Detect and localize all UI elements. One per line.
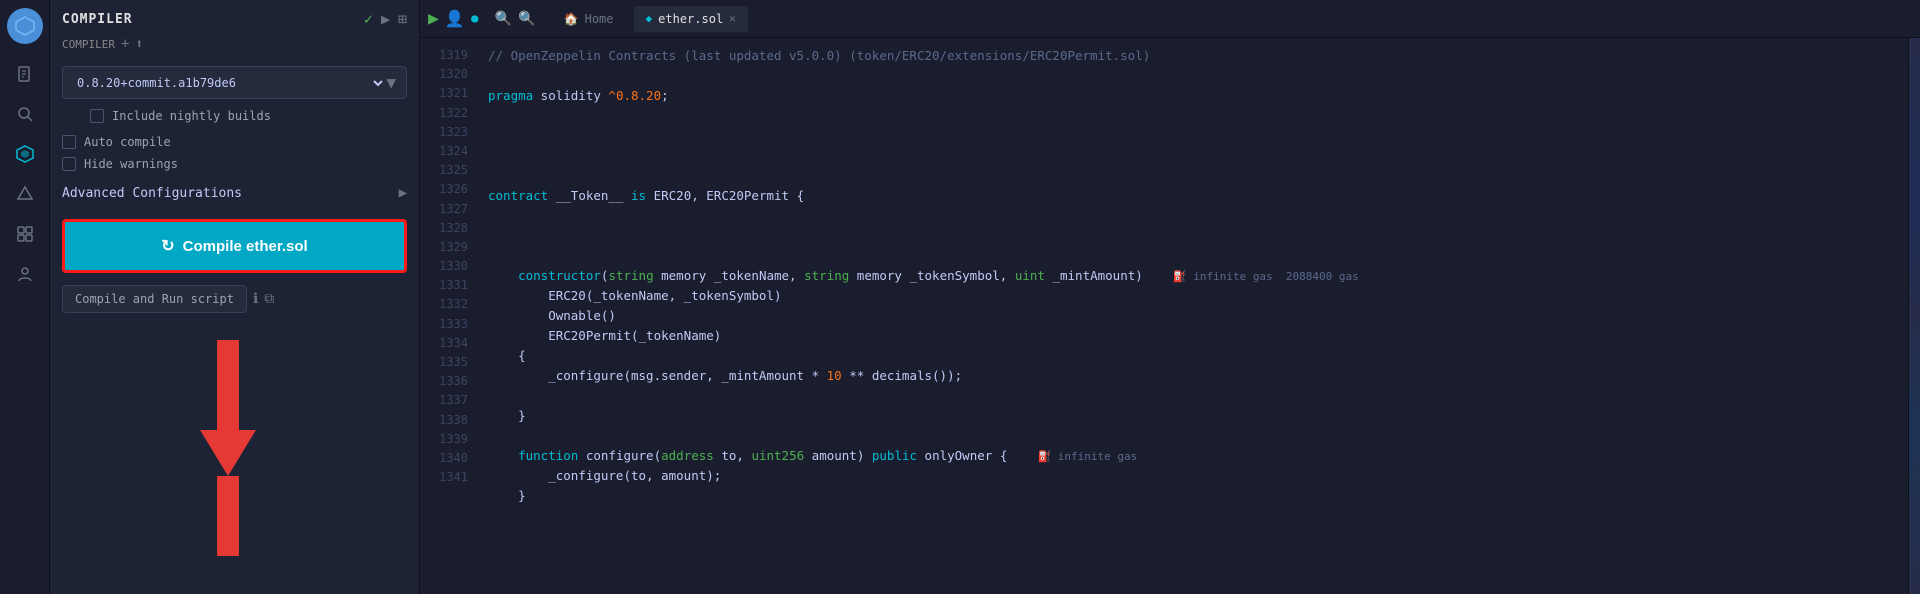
zoom-out-icon[interactable]: 🔍 xyxy=(495,11,512,27)
sidebar-icon-users[interactable] xyxy=(7,256,43,292)
editor-area: ▶ 👤 ⏺ 🔍 🔍 🏠 Home ◆ ether.sol ✕ 1319 1320… xyxy=(420,0,1920,594)
compile-refresh-icon: ↻ xyxy=(161,236,174,256)
code-line-1325 xyxy=(488,166,1908,186)
add-config-icon[interactable]: + xyxy=(121,36,129,52)
code-line-1327 xyxy=(488,206,1908,226)
version-dropdown-arrow: ▼ xyxy=(386,73,396,92)
app-logo[interactable] xyxy=(7,8,43,44)
code-line-1324 xyxy=(488,146,1908,166)
advanced-arrow-icon: ▶ xyxy=(399,185,407,201)
nightly-builds-label: Include nightly builds xyxy=(112,109,271,123)
code-line-1322 xyxy=(488,106,1908,126)
editor-scrollbar[interactable] xyxy=(1908,38,1920,594)
compile-button[interactable]: ↻ Compile ether.sol xyxy=(62,219,407,273)
home-tab-icon: 🏠 xyxy=(564,12,579,26)
hide-warnings-row: Hide warnings xyxy=(50,153,419,175)
compile-button-label: Compile ether.sol xyxy=(183,238,308,255)
compile-run-row: Compile and Run script ℹ ⧉ xyxy=(50,281,419,317)
ether-sol-tab-icon: ◆ xyxy=(646,12,653,25)
compiler-header-icons: ✓ ▶ ⊞ xyxy=(364,10,407,28)
tab-home[interactable]: 🏠 Home xyxy=(552,6,626,32)
code-line-1331: ERC20(_tokenName, _tokenSymbol) xyxy=(488,286,1908,306)
auto-compile-row: Auto compile xyxy=(50,131,419,153)
code-line-1332: Ownable() xyxy=(488,306,1908,326)
auto-compile-checkbox[interactable] xyxy=(62,135,76,149)
toggle-icon[interactable]: ⏺ xyxy=(471,9,479,29)
zoom-in-icon[interactable]: 🔍 xyxy=(518,11,535,27)
ether-sol-tab-label: ether.sol xyxy=(658,12,723,26)
icon-sidebar xyxy=(0,0,50,594)
panel-toggle-icon[interactable]: ⊞ xyxy=(398,10,407,28)
code-line-1328 xyxy=(488,226,1908,246)
advanced-configurations-section[interactable]: Advanced Configurations ▶ xyxy=(50,175,419,211)
code-line-1334: { xyxy=(488,346,1908,366)
editor-topbar: ▶ 👤 ⏺ 🔍 🔍 🏠 Home ◆ ether.sol ✕ xyxy=(420,0,1920,38)
advanced-label: Advanced Configurations xyxy=(62,186,399,201)
agent-icon[interactable]: 👤 xyxy=(445,9,465,28)
code-line-1321: pragma solidity ^0.8.20; xyxy=(488,86,1908,106)
nightly-builds-checkbox[interactable] xyxy=(90,109,104,123)
tab-ether-sol[interactable]: ◆ ether.sol ✕ xyxy=(634,6,748,32)
hide-warnings-checkbox[interactable] xyxy=(62,157,76,171)
code-area[interactable]: // OpenZeppelin Contracts (last updated … xyxy=(480,38,1908,594)
compiler-sub-label: COMPILER xyxy=(62,38,115,51)
sidebar-icon-plugins[interactable] xyxy=(7,216,43,252)
compiler-header: COMPILER ✓ ▶ ⊞ xyxy=(50,0,419,34)
code-line-1338 xyxy=(488,426,1908,446)
code-line-1337: } xyxy=(488,406,1908,426)
forward-icon[interactable]: ▶ xyxy=(381,10,390,28)
code-line-1323 xyxy=(488,126,1908,146)
topbar-controls: ▶ 👤 ⏺ xyxy=(428,8,479,29)
code-line-1329 xyxy=(488,246,1908,266)
import-icon[interactable]: ⬆ xyxy=(135,37,143,52)
code-line-1333: ERC20Permit(_tokenName) xyxy=(488,326,1908,346)
home-tab-label: Home xyxy=(585,12,614,26)
run-icon[interactable]: ▶ xyxy=(428,8,439,29)
editor-content: 1319 1320 1321 1322 1323 1324 1325 1326 … xyxy=(420,38,1920,594)
code-line-1339: function configure(address to, uint256 a… xyxy=(488,446,1908,466)
code-line-1326: contract __Token__ is ERC20, ERC20Permit… xyxy=(488,186,1908,206)
code-line-1320 xyxy=(488,66,1908,86)
sidebar-icon-files[interactable] xyxy=(7,56,43,92)
copy-icon[interactable]: ⧉ xyxy=(264,291,274,307)
code-line-1319: // OpenZeppelin Contracts (last updated … xyxy=(488,46,1908,66)
compiler-title: COMPILER xyxy=(62,12,133,27)
line-numbers: 1319 1320 1321 1322 1323 1324 1325 1326 … xyxy=(420,38,480,594)
compiler-panel: COMPILER ✓ ▶ ⊞ COMPILER + ⬆ 0.8.20+commi… xyxy=(50,0,420,594)
code-line-1330: constructor(string memory _tokenName, st… xyxy=(488,266,1908,286)
sidebar-icon-deploy[interactable] xyxy=(7,176,43,212)
nightly-row: Include nightly builds xyxy=(50,105,419,131)
code-line-1335: _configure(msg.sender, _mintAmount * 10 … xyxy=(488,366,1908,386)
auto-compile-label: Auto compile xyxy=(84,135,171,149)
sidebar-icon-search[interactable] xyxy=(7,96,43,132)
code-line-1341: } xyxy=(488,486,1908,506)
info-icon[interactable]: ℹ xyxy=(253,291,258,307)
compiler-sub-header: COMPILER + ⬆ xyxy=(50,34,419,60)
ether-sol-close-icon[interactable]: ✕ xyxy=(729,12,736,25)
version-select[interactable]: 0.8.20+commit.a1b79de6 xyxy=(73,75,386,91)
version-selector[interactable]: 0.8.20+commit.a1b79de6 ▼ xyxy=(62,66,407,99)
code-line-1340: _configure(to, amount); xyxy=(488,466,1908,486)
code-line-1336 xyxy=(488,386,1908,406)
compile-run-button[interactable]: Compile and Run script xyxy=(62,285,247,313)
hide-warnings-label: Hide warnings xyxy=(84,157,178,171)
sidebar-icon-solidity[interactable] xyxy=(7,136,43,172)
check-icon[interactable]: ✓ xyxy=(364,10,373,28)
